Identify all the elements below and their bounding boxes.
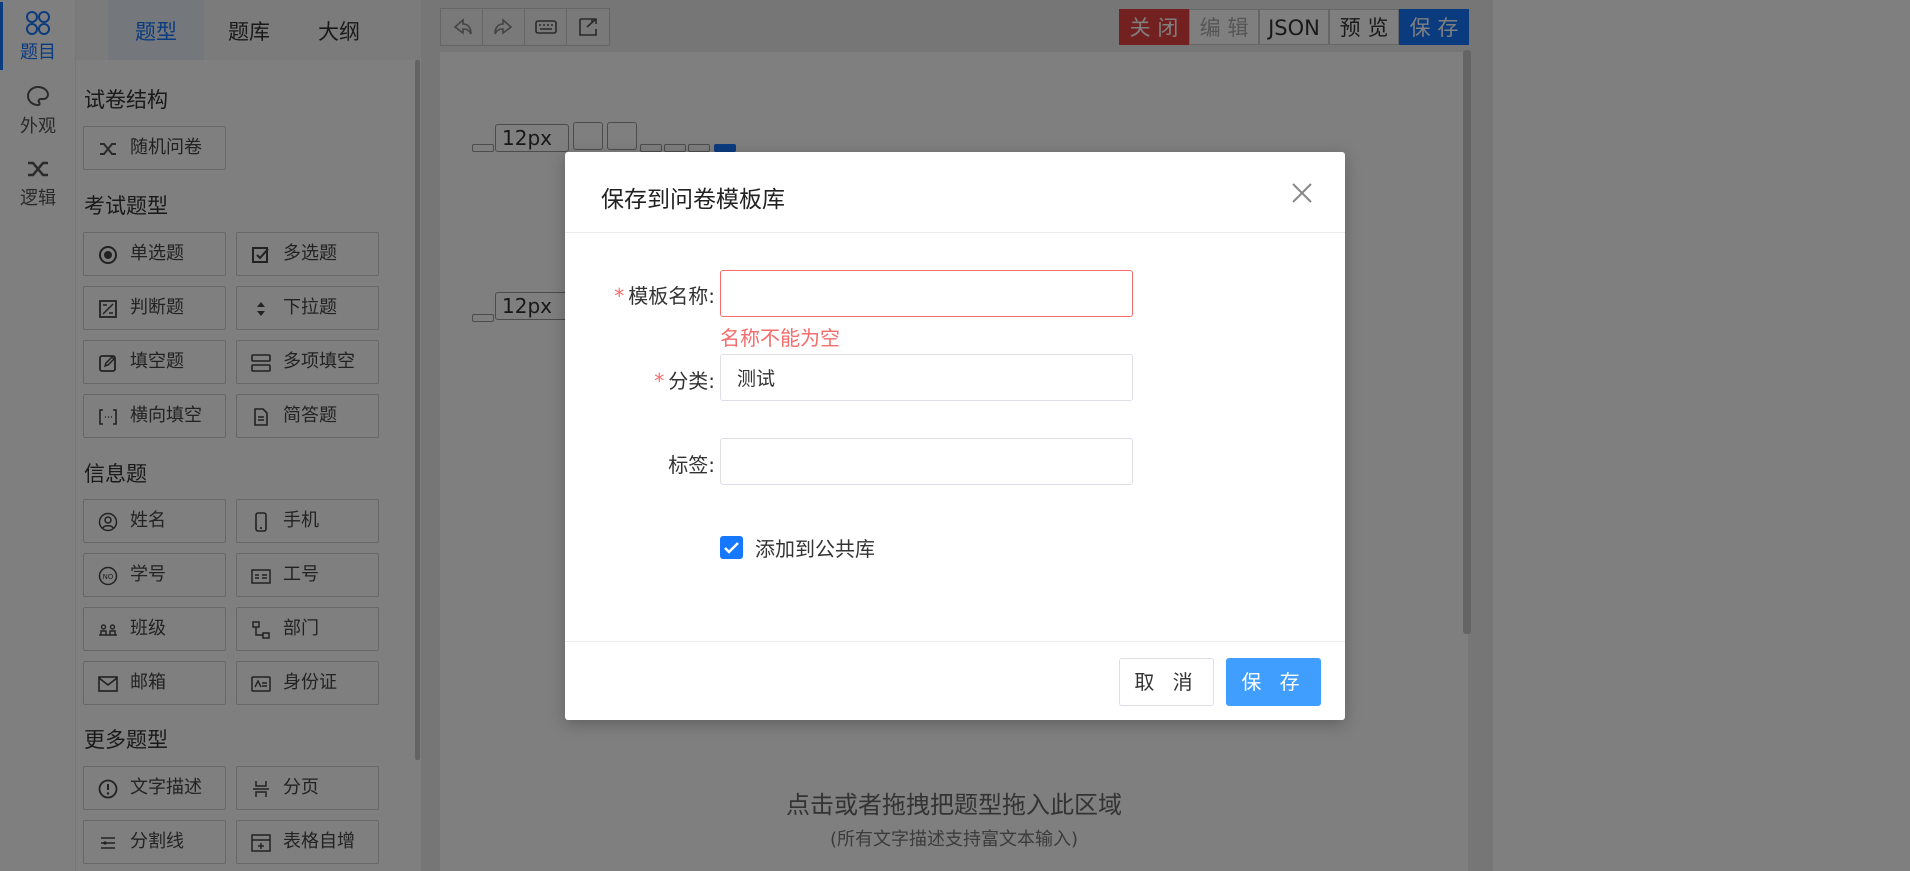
save-button[interactable]: 保 存 (1226, 658, 1321, 706)
cancel-button[interactable]: 取 消 (1119, 658, 1214, 706)
category-input[interactable] (720, 354, 1133, 401)
public-library-checkbox[interactable] (720, 536, 743, 559)
dialog-title: 保存到问卷模板库 (601, 187, 785, 213)
category-label: * 分类: (654, 369, 715, 393)
dialog-divider (565, 232, 1345, 233)
dialog-footer-divider (565, 641, 1345, 642)
tags-input[interactable] (720, 438, 1133, 485)
template-name-error: 名称不能为空 (720, 326, 840, 350)
close-icon[interactable] (1289, 180, 1315, 206)
template-name-input[interactable] (720, 270, 1133, 317)
template-name-label: * 模板名称: (614, 284, 715, 308)
save-template-dialog: 保存到问卷模板库 *模板名称: 名称不能为空 *分类: 标签: 添加到公共库 取… (565, 152, 1345, 720)
tags-label: 标签: (668, 453, 715, 477)
check-icon (724, 542, 739, 554)
public-library-label[interactable]: 添加到公共库 (755, 533, 875, 562)
